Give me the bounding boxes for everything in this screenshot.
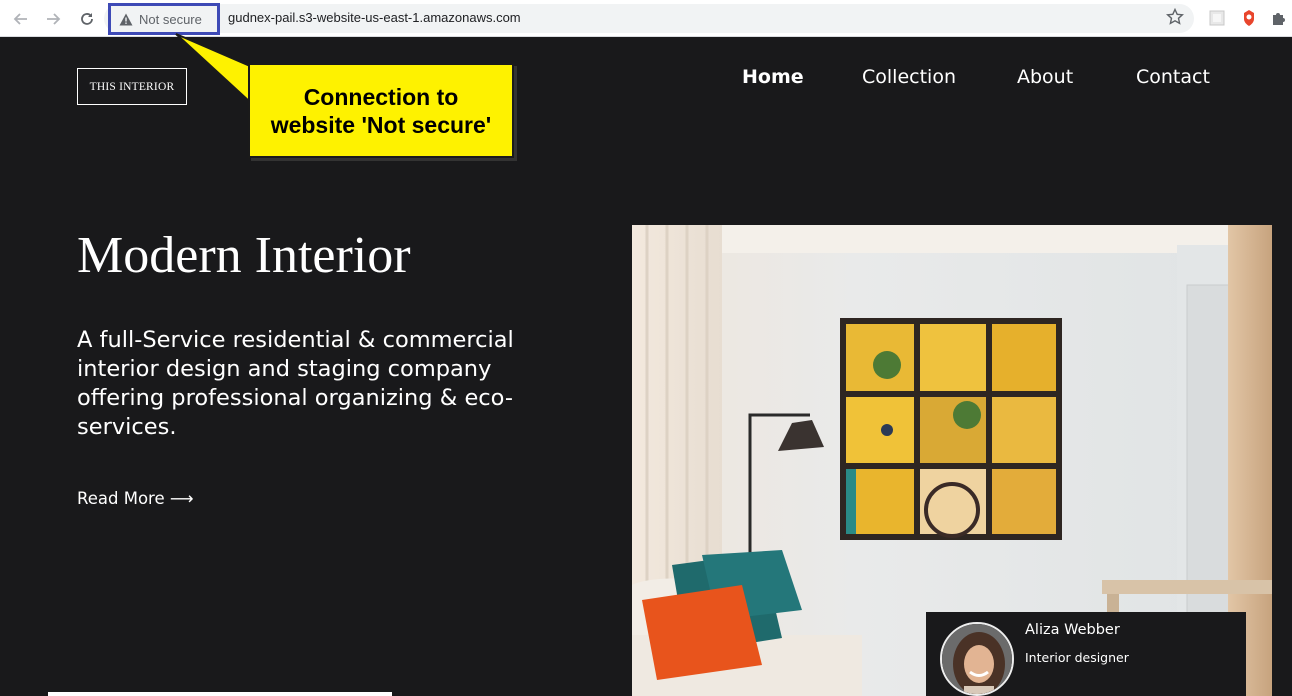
star-icon <box>1165 7 1185 25</box>
scroll-indicator <box>48 692 392 696</box>
back-button[interactable] <box>10 8 32 30</box>
callout-line-2: website 'Not secure' <box>270 111 492 138</box>
security-label: Not secure <box>139 11 202 27</box>
bookmark-button[interactable] <box>1165 7 1186 28</box>
extension-button-1[interactable] <box>1208 9 1226 27</box>
warning-icon <box>119 13 133 25</box>
nav-contact[interactable]: Contact <box>1136 66 1210 88</box>
reload-button[interactable] <box>76 8 98 30</box>
forward-button[interactable] <box>42 8 64 30</box>
url-text[interactable]: gudnex-pail.s3-website-us-east-1.amazona… <box>228 10 521 25</box>
designer-name: Aliza Webber <box>1025 622 1120 638</box>
nav-about[interactable]: About <box>1017 66 1073 88</box>
extensions-menu-button[interactable] <box>1270 9 1288 27</box>
forward-arrow-icon <box>47 13 61 25</box>
browser-toolbar: Not secure gudnex-pail.s3-website-us-eas… <box>0 0 1292 37</box>
read-more-link[interactable]: Read More ⟶ <box>77 489 194 508</box>
callout-line-1: Connection to <box>303 83 459 110</box>
designer-role: Interior designer <box>1025 650 1129 665</box>
hero-title: Modern Interior <box>77 227 411 284</box>
nav-home[interactable]: Home <box>742 66 804 88</box>
annotation-callout: Connection to website 'Not secure' <box>248 63 514 158</box>
avatar <box>940 622 1014 696</box>
extension-button-2[interactable] <box>1240 9 1258 27</box>
designer-card[interactable]: Aliza Webber Interior designer <box>926 612 1246 696</box>
back-arrow-icon <box>13 13 27 25</box>
nav-collection[interactable]: Collection <box>862 66 956 88</box>
reload-icon <box>81 13 93 25</box>
extension-icon <box>1244 10 1254 26</box>
extension-icon <box>1209 10 1225 26</box>
security-indicator[interactable]: Not secure <box>108 3 220 35</box>
site-logo[interactable]: THIS INTERIOR <box>77 68 187 105</box>
hero-description: A full-Service residential & commercial … <box>77 327 514 440</box>
puzzle-icon <box>1273 13 1285 25</box>
